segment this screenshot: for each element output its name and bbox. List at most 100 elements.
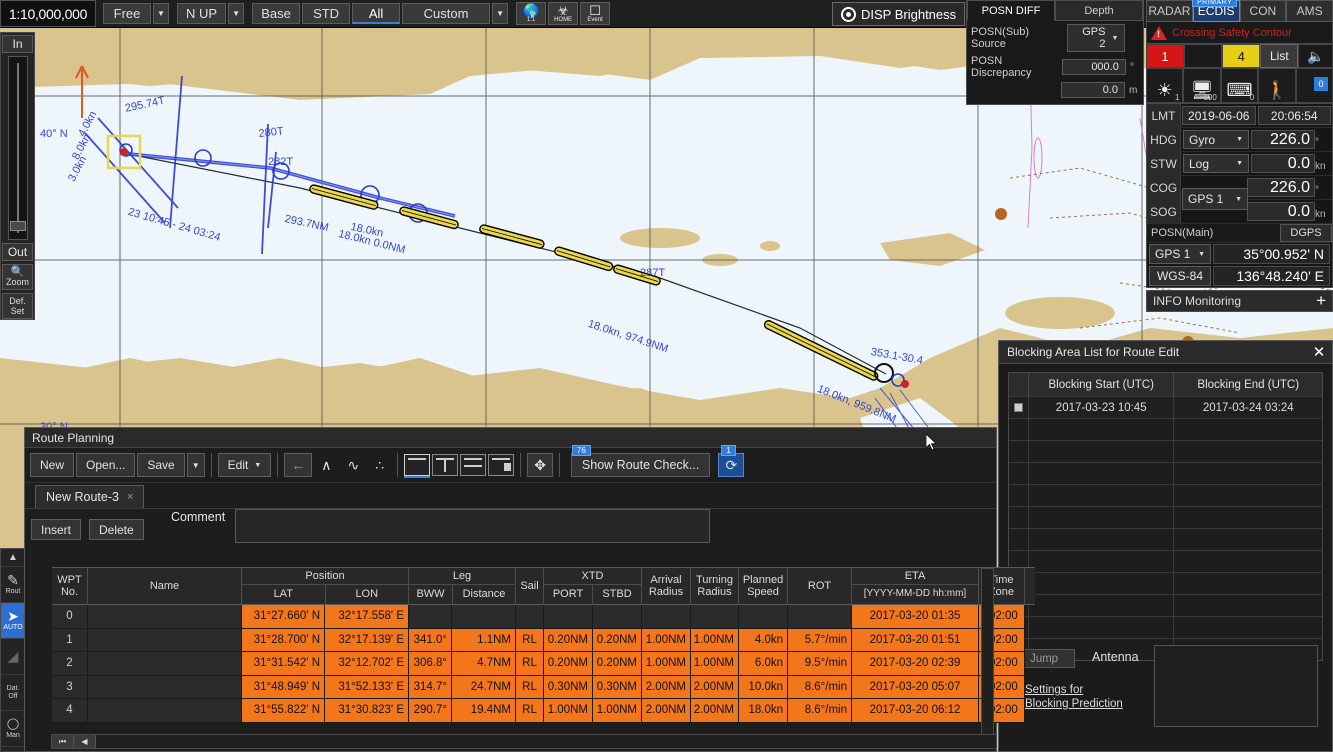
name-cell[interactable] (88, 652, 242, 676)
eta-cell[interactable]: 2017-03-20 06:12 (852, 699, 979, 723)
xtd-port-cell[interactable]: 0.20NM (544, 628, 593, 652)
blocking-row-checkbox[interactable] (1009, 441, 1029, 462)
blocking-row[interactable] (1009, 616, 1322, 638)
table-row[interactable]: 2 31°31.542' N 32°12.702' E 306.8° 4.7NM RL 0.… (52, 652, 1035, 676)
display-icon[interactable]: 🖥 100 (1183, 68, 1221, 103)
distance-cell[interactable] (452, 605, 516, 629)
xtd-stbd-cell[interactable]: 1.00NM (593, 699, 642, 723)
sail-cell[interactable]: RL (516, 675, 544, 699)
planned-speed-cell[interactable]: 18.0kn (739, 699, 788, 723)
save-button[interactable]: Save (137, 453, 185, 477)
speaker-icon[interactable]: 🔈 (1298, 44, 1333, 68)
motion-mode-button[interactable]: Free (103, 3, 151, 24)
route-tool[interactable]: ✎ Rout (1, 567, 25, 603)
distance-cell[interactable]: 19.4NM (452, 699, 516, 723)
xtd-port-cell[interactable]: 0.30NM (544, 675, 593, 699)
new-button[interactable]: New (30, 453, 75, 477)
route-tab-new-route-3[interactable]: New Route-3 × (35, 485, 145, 508)
lat-cell[interactable]: 31°48.949' N (242, 675, 325, 699)
warning-count-badge[interactable]: 4 (1222, 44, 1261, 68)
route-table-horizontal-scrollbar[interactable]: ⏮ ◀ (51, 734, 997, 749)
blocking-row[interactable] (1009, 418, 1322, 440)
auto-cursor-tool[interactable]: ➤ AUTO (1, 603, 25, 639)
blocking-row[interactable] (1009, 528, 1322, 550)
wpt-no-cell[interactable]: 3 (52, 675, 88, 699)
display-level-custom[interactable]: Custom (402, 3, 491, 24)
bww-cell[interactable]: 306.8° (409, 652, 452, 676)
alarm-count-badge[interactable]: 1 (1146, 44, 1185, 68)
name-cell[interactable] (88, 605, 242, 629)
event-icon[interactable]: ☐ Event (580, 2, 611, 25)
layout-hsplit-icon[interactable] (460, 454, 487, 476)
turning-radius-cell[interactable]: 1.00NM (691, 652, 739, 676)
man-overboard-icon[interactable]: 🚶 (1258, 68, 1296, 103)
xtd-stbd-cell[interactable] (593, 605, 642, 629)
rot-cell[interactable]: 9.5°/min (788, 652, 852, 676)
table-row[interactable]: 0 31°27.660' N 32°17.558' E 2017-03-20 01:3… (52, 605, 1035, 629)
blocking-row[interactable] (1009, 484, 1322, 506)
disp-brightness-button[interactable]: DISP Brightness (832, 2, 966, 26)
distance-cell[interactable]: 24.7NM (452, 675, 516, 699)
wpt-no-cell[interactable]: 0 (52, 605, 88, 629)
zoom-slider-track[interactable] (7, 56, 28, 240)
tab-posn-diff[interactable]: POSN DIFF (967, 1, 1055, 21)
blocking-row-checkbox[interactable] (1009, 419, 1029, 440)
arrival-radius-cell[interactable]: 2.00NM (642, 675, 691, 699)
xtd-port-cell[interactable]: 1.00NM (544, 699, 593, 723)
arrival-radius-cell[interactable] (642, 605, 691, 629)
name-cell[interactable] (88, 628, 242, 652)
display-level-all[interactable]: All (352, 3, 401, 24)
sail-cell[interactable] (516, 605, 544, 629)
display-level-std[interactable]: STD (302, 3, 351, 24)
open-button[interactable]: Open... (76, 453, 136, 477)
arrival-radius-cell[interactable]: 1.00NM (642, 652, 691, 676)
orientation-button[interactable]: N UP (177, 3, 227, 24)
distance-cell[interactable]: 1.1NM (452, 628, 516, 652)
eta-cell[interactable]: 2017-03-20 02:39 (852, 652, 979, 676)
xtd-stbd-cell[interactable]: 0.20NM (593, 628, 642, 652)
display-level-base[interactable]: Base (252, 3, 301, 24)
blocking-row-checkbox[interactable] (1009, 463, 1029, 484)
scroll-prev-icon[interactable]: ◀ (74, 735, 96, 748)
arrival-radius-cell[interactable]: 2.00NM (642, 699, 691, 723)
planned-speed-cell[interactable] (739, 605, 788, 629)
dimmer-icon[interactable]: 0 (1295, 68, 1333, 103)
save-dropdown-icon[interactable]: ▼ (186, 453, 205, 477)
lon-cell[interactable]: 32°12.702' E (325, 652, 409, 676)
table-row[interactable]: 4 31°55.822' N 31°30.823' E 290.7° 19.4NM RL 1… (52, 699, 1035, 723)
rot-cell[interactable]: 5.7°/min (788, 628, 852, 652)
expand-plus-icon[interactable]: + (1316, 292, 1326, 309)
blocking-prediction-settings-link[interactable]: Settings for Blocking Prediction (1025, 683, 1123, 711)
zoom-out-label[interactable]: Out (2, 243, 33, 261)
layout-single-icon[interactable] (404, 454, 431, 476)
table-row[interactable]: 3 31°48.949' N 31°52.133' E 314.7° 24.7NM RL 0… (52, 675, 1035, 699)
delete-button[interactable]: Delete (89, 519, 144, 540)
blocking-row[interactable] (1009, 594, 1322, 616)
orientation-dropdown-icon[interactable]: ▼ (228, 3, 245, 24)
lat-cell[interactable]: 31°31.542' N (242, 652, 325, 676)
blocking-row[interactable] (1009, 440, 1322, 462)
blocking-row[interactable] (1009, 550, 1322, 572)
tab-con[interactable]: CON (1239, 0, 1287, 22)
eta-cell[interactable]: 2017-03-20 05:07 (852, 675, 979, 699)
motion-mode-dropdown-icon[interactable]: ▼ (153, 3, 169, 24)
distance-cell[interactable]: 4.7NM (452, 652, 516, 676)
rot-cell[interactable]: 8.6°/min (788, 675, 852, 699)
planned-speed-cell[interactable]: 4.0kn (739, 628, 788, 652)
eta-cell[interactable]: 2017-03-20 01:35 (852, 605, 979, 629)
edit-button[interactable]: Edit ▼ (217, 453, 272, 477)
rot-cell[interactable] (788, 605, 852, 629)
home-icon[interactable]: ☣ HOME (548, 2, 579, 25)
blocking-row[interactable]: 2017-03-23 10:45 2017-03-24 03:24 (1009, 396, 1322, 418)
default-set-button[interactable]: Def. Set (2, 293, 33, 319)
eta-cell[interactable]: 2017-03-20 01:51 (852, 628, 979, 652)
sail-cell[interactable]: RL (516, 628, 544, 652)
rot-cell[interactable]: 8.6°/min (788, 699, 852, 723)
fit-to-screen-icon[interactable]: ✥ (527, 453, 553, 477)
xtd-stbd-cell[interactable]: 0.30NM (593, 675, 642, 699)
table-row[interactable]: 1 31°28.700' N 32°17.139' E 341.0° 1.1NM RL 0.… (52, 628, 1035, 652)
waypoint-insert-icon[interactable]: ∧ (314, 453, 338, 477)
collapse-icon[interactable]: ▲ (1, 549, 25, 567)
alert-banner[interactable]: Crossing Safety Contour (1146, 22, 1333, 44)
turning-radius-cell[interactable] (691, 605, 739, 629)
